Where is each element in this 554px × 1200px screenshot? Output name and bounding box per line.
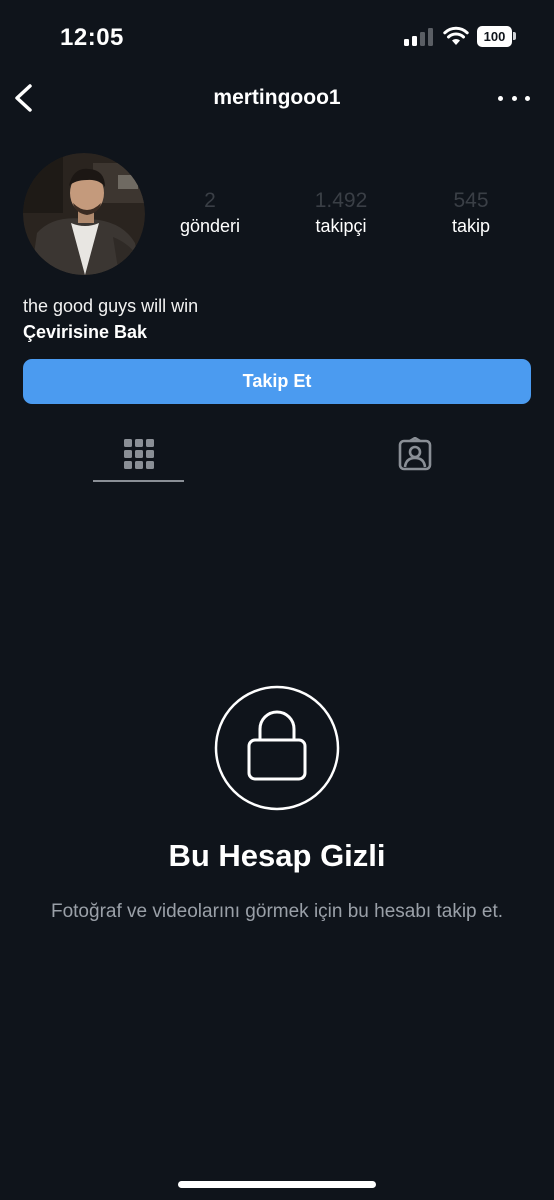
profile-bio: the good guys will win <box>23 296 199 316</box>
wifi-icon <box>443 26 469 45</box>
posts-label: gönderi <box>179 216 241 236</box>
stat-posts[interactable]: 2 gönderi <box>150 188 270 237</box>
profile-username: mertingooo1 <box>213 86 341 109</box>
follow-button[interactable]: Takip Et <box>23 359 531 404</box>
private-account-description: Fotoğraf ve videolarını görmek için bu h… <box>50 901 504 922</box>
grid-icon[interactable] <box>123 438 155 470</box>
stat-followers[interactable]: 1.492 takipçi <box>281 188 401 237</box>
profile-avatar[interactable] <box>23 153 145 275</box>
home-indicator[interactable] <box>178 1181 376 1188</box>
dot-icon <box>525 95 530 101</box>
battery-icon: 100 <box>477 26 517 47</box>
following-count: 545 <box>453 189 489 212</box>
battery-level: 100 <box>477 26 512 47</box>
followers-label: takipçi <box>315 216 367 236</box>
lock-icon <box>214 685 340 811</box>
status-time: 12:05 <box>60 24 124 51</box>
followers-count: 1.492 <box>314 189 368 212</box>
more-options-button[interactable] <box>498 86 530 110</box>
tagged-person-icon[interactable] <box>398 437 432 471</box>
stat-following[interactable]: 545 takip <box>411 188 531 237</box>
translate-link[interactable]: Çevirisine Bak <box>23 322 147 343</box>
private-account-title: Bu Hesap Gizli <box>168 838 386 873</box>
dot-icon <box>511 95 517 101</box>
active-tab-indicator <box>93 480 184 482</box>
dot-icon <box>498 95 503 101</box>
cellular-signal-icon <box>404 28 433 46</box>
following-label: takip <box>451 216 491 236</box>
posts-count: 2 <box>204 189 216 212</box>
